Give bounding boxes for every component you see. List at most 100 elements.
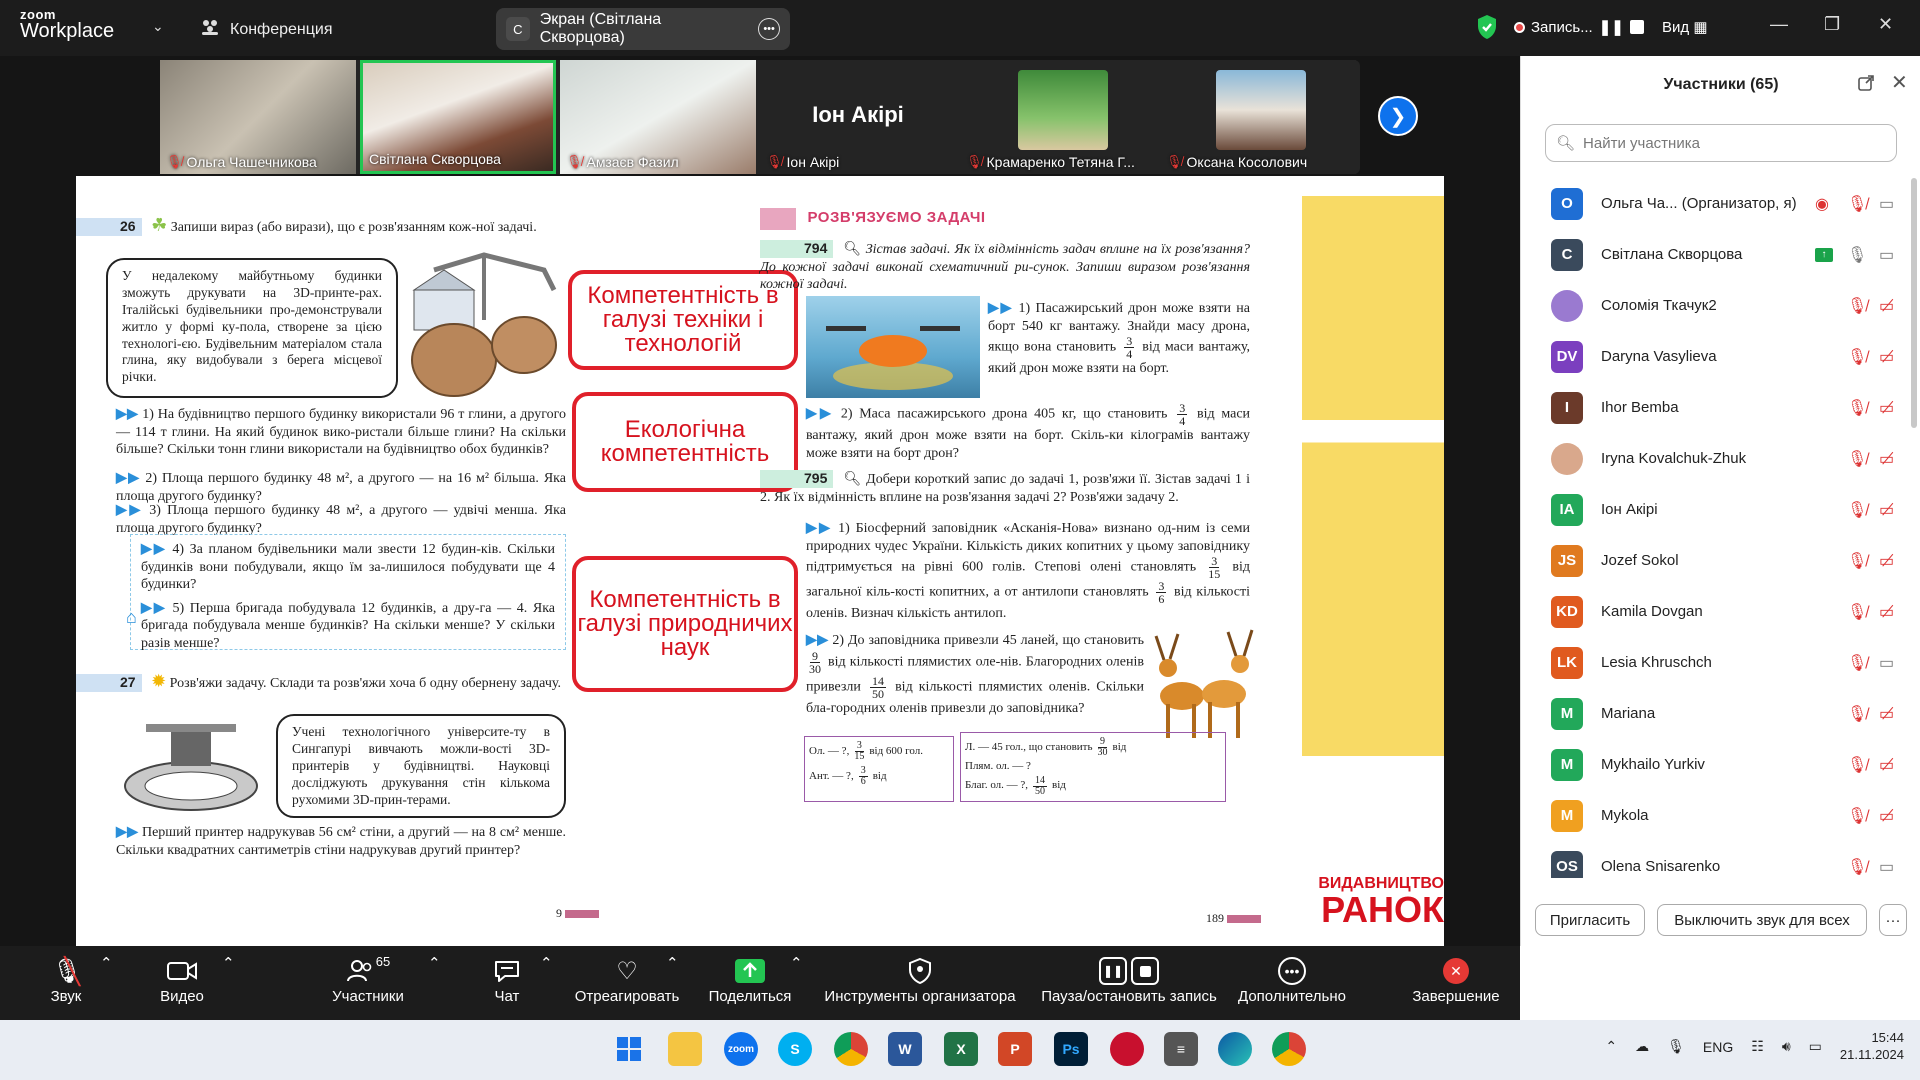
mic-off-icon[interactable]: 🎙︎̸: [1847, 500, 1867, 520]
share-options-caret[interactable]: ⌃: [790, 954, 803, 972]
battery-icon[interactable]: ▭: [1809, 1038, 1822, 1055]
minimize-icon[interactable]: —: [1770, 14, 1788, 35]
video-off-icon[interactable]: ▭̸: [1879, 755, 1894, 775]
participant-row[interactable]: JS Jozef Sokol 🎙︎̸ ▭̸: [1521, 535, 1901, 586]
excel-icon[interactable]: X: [944, 1032, 978, 1066]
skype-icon[interactable]: S: [778, 1032, 812, 1066]
cloud-icon[interactable]: ☁: [1635, 1038, 1649, 1055]
participants-button[interactable]: 65 Участники: [324, 954, 412, 1006]
zoom-workplace-logo[interactable]: zoom Workplace: [20, 8, 114, 41]
video-tile-active[interactable]: Світлана Скворцова: [360, 60, 556, 174]
video-tile[interactable]: 🎙︎̸ Ольга Чашечникова: [160, 60, 356, 174]
edge-icon[interactable]: [1218, 1032, 1252, 1066]
video-on-icon[interactable]: ▭: [1879, 194, 1894, 214]
pause-record-icon[interactable]: ❚❚: [1599, 18, 1624, 36]
audio-button[interactable]: 🎙︎ ╲ Звук: [36, 954, 96, 1006]
participant-row[interactable]: O Ольга Ча... (Организатор, я) ◉ 🎙︎̸ ▭: [1521, 178, 1901, 229]
video-tile[interactable]: 🎙︎̸ Амзаєв Фазил: [560, 60, 756, 174]
participant-search-input[interactable]: 🔍︎ Найти участника: [1545, 124, 1897, 162]
file-explorer-icon[interactable]: [668, 1032, 702, 1066]
wifi-icon[interactable]: ☷: [1751, 1038, 1764, 1055]
participant-row[interactable]: I Ihor Bemba 🎙︎̸ ▭̸: [1521, 382, 1901, 433]
chrome-profile-icon[interactable]: [1272, 1032, 1306, 1066]
mic-off-icon[interactable]: 🎙︎̸: [1847, 857, 1867, 877]
video-on-icon[interactable]: ▭: [1879, 857, 1894, 877]
mic-off-icon[interactable]: 🎙︎̸: [1847, 551, 1867, 571]
mic-off-icon[interactable]: 🎙︎̸: [1847, 194, 1867, 214]
mic-off-icon[interactable]: 🎙︎̸: [1847, 755, 1867, 775]
more-button[interactable]: ••• Дополнительно: [1230, 954, 1354, 1005]
chat-options-caret[interactable]: ⌃: [540, 954, 553, 972]
participant-row[interactable]: M Mykhailo Yurkiv 🎙︎̸ ▭̸: [1521, 739, 1901, 790]
participants-options-caret[interactable]: ⌃: [428, 954, 441, 972]
participant-row[interactable]: DV Daryna Vasylieva 🎙︎̸ ▭̸: [1521, 331, 1901, 382]
popout-icon[interactable]: [1857, 74, 1875, 97]
close-window-icon[interactable]: ✕: [1878, 14, 1893, 35]
mic-on-icon[interactable]: 🎙︎: [1847, 245, 1867, 265]
host-tools-button[interactable]: Инструменты организатора: [820, 954, 1020, 1005]
participant-row[interactable]: Соломія Ткачук2 🎙︎̸ ▭̸: [1521, 280, 1901, 331]
restore-icon[interactable]: ❐: [1824, 14, 1840, 35]
mic-off-icon[interactable]: 🎙︎̸: [1847, 704, 1867, 724]
clock[interactable]: 15:44 21.11.2024: [1840, 1030, 1904, 1064]
video-off-icon[interactable]: ▭̸: [1879, 602, 1894, 622]
participant-row[interactable]: C Світлана Скворцова ↑ 🎙︎ ▭: [1521, 229, 1901, 280]
participant-row[interactable]: OS Olena Snisarenko 🎙︎̸ ▭: [1521, 841, 1901, 878]
mute-all-button[interactable]: Выключить звук для всех: [1657, 904, 1867, 936]
video-off-icon[interactable]: ▭̸: [1879, 704, 1894, 724]
video-on-icon[interactable]: ▭: [1879, 653, 1894, 673]
participant-row[interactable]: LK Lesia Khruschch 🎙︎̸ ▭: [1521, 637, 1901, 688]
video-off-icon[interactable]: ▭̸: [1879, 347, 1894, 367]
more-options-button[interactable]: ···: [1879, 904, 1907, 936]
mic-off-icon[interactable]: 🎙︎̸: [1847, 806, 1867, 826]
share-screen-button[interactable]: Поделиться: [706, 954, 794, 1005]
stop-record-icon[interactable]: [1629, 20, 1644, 34]
participant-row[interactable]: M Mariana 🎙︎̸ ▭̸: [1521, 688, 1901, 739]
video-off-icon[interactable]: ▭̸: [1879, 551, 1894, 571]
volume-icon[interactable]: 🔊︎: [1782, 1038, 1791, 1055]
chevron-up-icon[interactable]: ⌃: [1605, 1038, 1617, 1055]
mic-off-icon[interactable]: 🎙︎̸: [1847, 347, 1867, 367]
photoshop-icon[interactable]: Ps: [1054, 1032, 1088, 1066]
next-page-arrow-icon[interactable]: ❯: [1378, 96, 1418, 136]
participant-row[interactable]: IA Іон Акірі 🎙︎̸ ▭̸: [1521, 484, 1901, 535]
security-shield-icon[interactable]: [1476, 14, 1498, 45]
powerpoint-icon[interactable]: P: [998, 1032, 1032, 1066]
more-options-icon[interactable]: •••: [758, 18, 780, 40]
participant-row[interactable]: KD Kamila Dovgan 🎙︎̸ ▭̸: [1521, 586, 1901, 637]
view-button[interactable]: Вид ▦: [1662, 18, 1708, 36]
mic-off-icon[interactable]: 🎙︎̸: [1847, 653, 1867, 673]
video-off-icon[interactable]: ▭̸: [1879, 449, 1894, 469]
zoom-app-icon[interactable]: zoom: [724, 1032, 758, 1066]
anydesk-icon[interactable]: [1110, 1032, 1144, 1066]
meeting-info-button[interactable]: Конференция: [200, 18, 333, 41]
video-off-icon[interactable]: ▭̸: [1879, 398, 1894, 418]
video-tile[interactable]: 🎙︎̸ Крамаренко Тетяна Г...: [960, 60, 1156, 174]
panel-scrollbar[interactable]: [1911, 178, 1917, 428]
video-off-icon[interactable]: ▭̸: [1879, 296, 1894, 316]
participant-row[interactable]: M Mykola 🎙︎̸ ▭̸: [1521, 790, 1901, 841]
mic-off-icon[interactable]: 🎙︎̸: [1847, 398, 1867, 418]
recording-indicator[interactable]: Запись... ❚❚: [1514, 18, 1644, 36]
close-panel-icon[interactable]: ✕: [1891, 70, 1908, 95]
chevron-down-icon[interactable]: ⌄: [152, 18, 164, 35]
video-off-icon[interactable]: ▭̸: [1879, 806, 1894, 826]
mic-off-icon[interactable]: 🎙︎̸: [1847, 296, 1867, 316]
participant-row[interactable]: Iryna Kovalchuk-Zhuk 🎙︎̸ ▭̸: [1521, 433, 1901, 484]
microphone-icon[interactable]: 🎙︎: [1667, 1038, 1685, 1055]
video-tile[interactable]: Іон Акірі 🎙︎̸ Іон Акірі: [760, 60, 956, 174]
video-on-icon[interactable]: ▭: [1879, 245, 1894, 265]
video-tile[interactable]: 🎙︎̸ Оксана Косолович: [1160, 60, 1356, 174]
end-meeting-button[interactable]: ✕ Завершение: [1408, 954, 1504, 1005]
mic-off-icon[interactable]: 🎙︎̸: [1847, 449, 1867, 469]
calculator-icon[interactable]: ≡: [1164, 1032, 1198, 1066]
windows-start-icon[interactable]: [612, 1032, 646, 1066]
video-options-caret[interactable]: ⌃: [222, 954, 235, 972]
pause-stop-recording-button[interactable]: ❚❚ Пауза/остановить запись: [1034, 954, 1224, 1005]
screen-share-pill[interactable]: C Экран (Світлана Скворцова) •••: [496, 8, 790, 50]
video-button[interactable]: Видео: [150, 954, 214, 1005]
audio-options-caret[interactable]: ⌃: [100, 954, 113, 972]
invite-button[interactable]: Пригласить: [1535, 904, 1645, 936]
video-off-icon[interactable]: ▭̸: [1879, 500, 1894, 520]
word-icon[interactable]: W: [888, 1032, 922, 1066]
